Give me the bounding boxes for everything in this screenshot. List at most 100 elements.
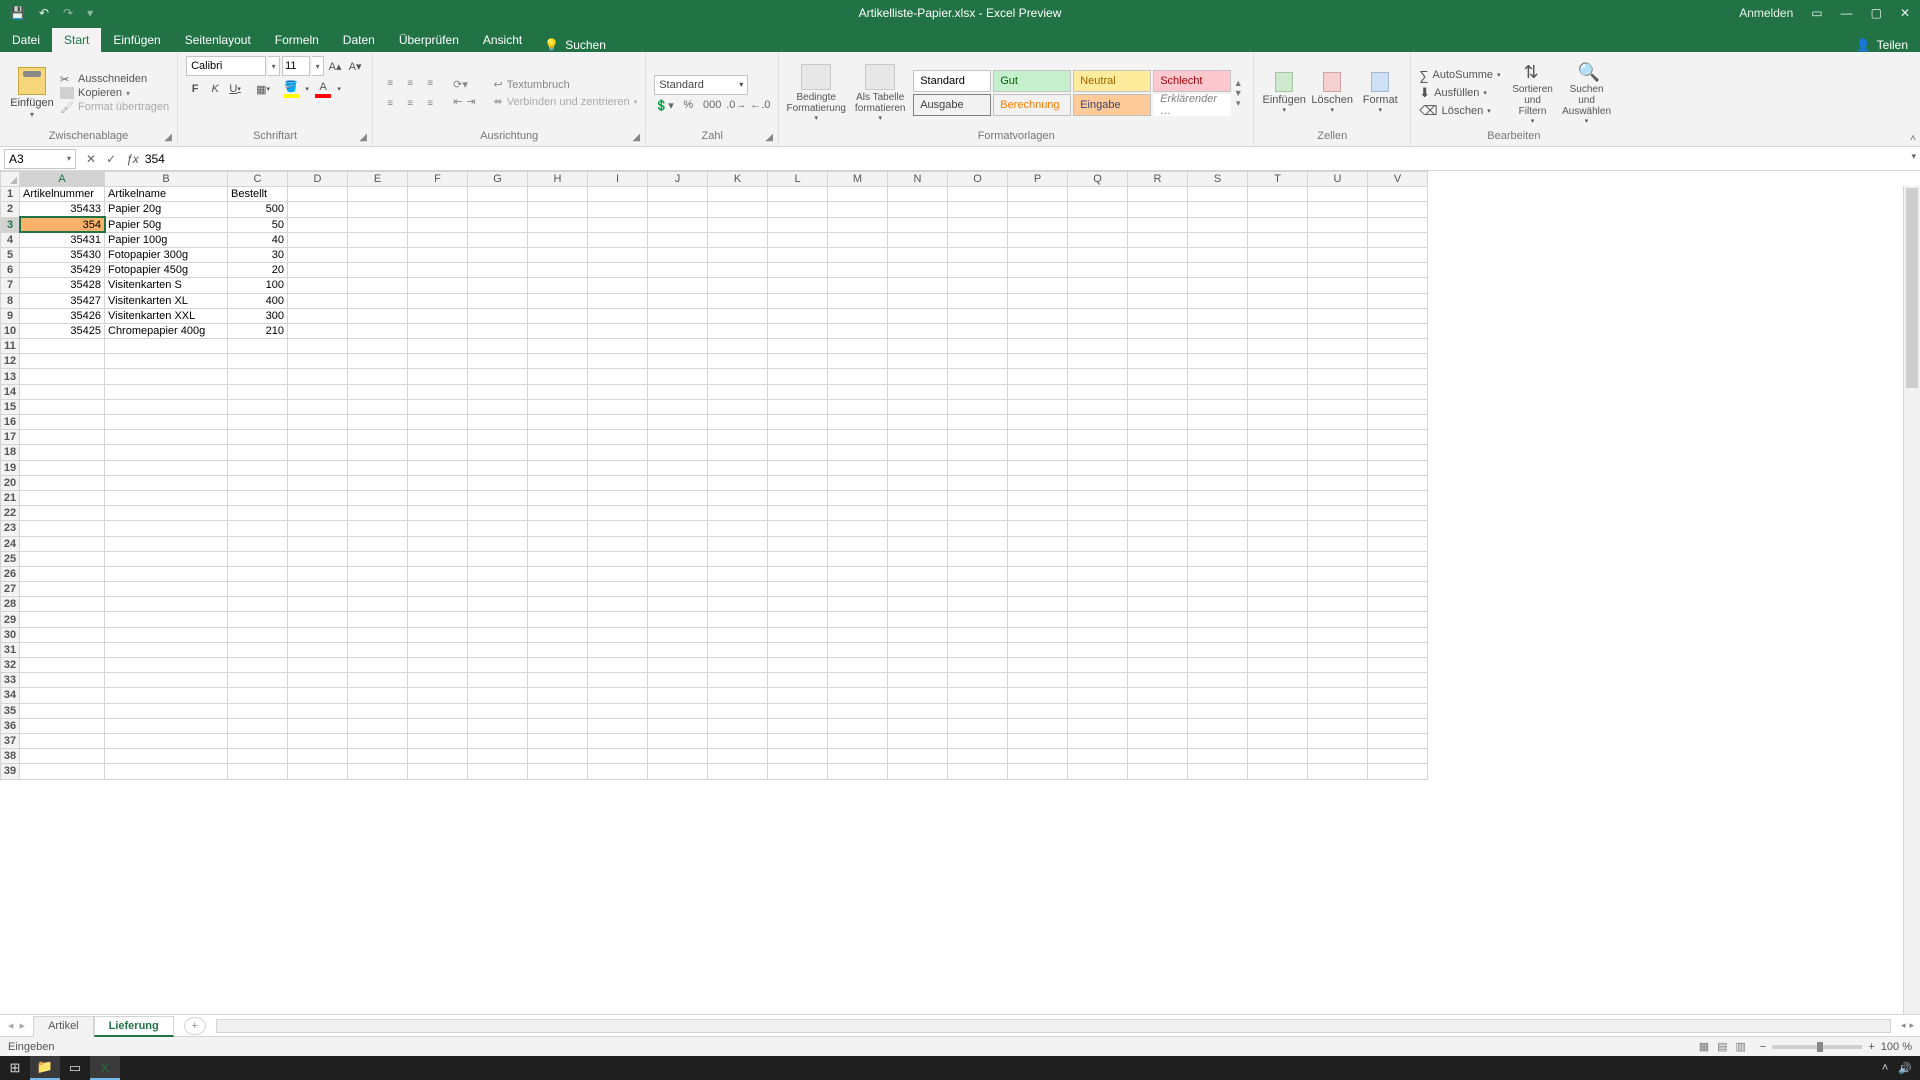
cell-M8[interactable] [828,293,888,308]
col-header-K[interactable]: K [708,172,768,187]
cell-N1[interactable] [888,187,948,202]
cell-F18[interactable] [408,445,468,460]
cell-Q5[interactable] [1068,247,1128,262]
cell-Q16[interactable] [1068,415,1128,430]
cell-K2[interactable] [708,202,768,217]
cell-I9[interactable] [588,308,648,323]
cell-V13[interactable] [1368,369,1428,384]
alignment-dialog-launcher[interactable]: ◢ [629,130,643,144]
cell-C15[interactable] [228,399,288,414]
cell-Q2[interactable] [1068,202,1128,217]
add-sheet-button[interactable]: + [184,1017,206,1035]
cell-Q14[interactable] [1068,384,1128,399]
cell-H30[interactable] [528,627,588,642]
cell-O19[interactable] [948,460,1008,475]
cell-J30[interactable] [648,627,708,642]
cell-B1[interactable]: Artikelname [105,187,228,202]
row-header-34[interactable]: 34 [1,688,20,703]
cell-G21[interactable] [468,490,528,505]
cell-O18[interactable] [948,445,1008,460]
row-header-24[interactable]: 24 [1,536,20,551]
cell-K7[interactable] [708,278,768,293]
cell-A7[interactable]: 35428 [20,278,105,293]
row-header-13[interactable]: 13 [1,369,20,384]
cell-S37[interactable] [1188,733,1248,748]
cell-B18[interactable] [105,445,228,460]
cell-U24[interactable] [1308,536,1368,551]
cell-D39[interactable] [288,764,348,779]
cell-R5[interactable] [1128,247,1188,262]
tab-seitenlayout[interactable]: Seitenlayout [173,28,263,52]
cell-U32[interactable] [1308,658,1368,673]
cell-T11[interactable] [1248,339,1308,354]
cell-K25[interactable] [708,551,768,566]
cell-A18[interactable] [20,445,105,460]
cell-D21[interactable] [288,490,348,505]
cell-P25[interactable] [1008,551,1068,566]
cell-D27[interactable] [288,582,348,597]
cell-U28[interactable] [1308,597,1368,612]
cell-E37[interactable] [348,733,408,748]
cell-D31[interactable] [288,642,348,657]
cell-C29[interactable] [228,612,288,627]
cell-S21[interactable] [1188,490,1248,505]
cell-L9[interactable] [768,308,828,323]
cell-K21[interactable] [708,490,768,505]
cell-V30[interactable] [1368,627,1428,642]
cell-E29[interactable] [348,612,408,627]
cell-J8[interactable] [648,293,708,308]
cell-U9[interactable] [1308,308,1368,323]
cell-C30[interactable] [228,627,288,642]
cell-G15[interactable] [468,399,528,414]
cell-A19[interactable] [20,460,105,475]
cell-L6[interactable] [768,263,828,278]
cell-Q22[interactable] [1068,506,1128,521]
cell-F36[interactable] [408,718,468,733]
cell-L12[interactable] [768,354,828,369]
cell-R11[interactable] [1128,339,1188,354]
cell-R20[interactable] [1128,475,1188,490]
find-select-button[interactable]: 🔍Suchen und Auswählen▾ [1565,62,1609,125]
cell-U18[interactable] [1308,445,1368,460]
cell-Q37[interactable] [1068,733,1128,748]
cell-L28[interactable] [768,597,828,612]
cell-H37[interactable] [528,733,588,748]
cell-D24[interactable] [288,536,348,551]
cell-J6[interactable] [648,263,708,278]
cell-B15[interactable] [105,399,228,414]
col-header-Q[interactable]: Q [1068,172,1128,187]
increase-indent[interactable]: ⇥ [466,95,475,108]
fill-color-button[interactable]: 🪣 [282,80,300,98]
cell-K34[interactable] [708,688,768,703]
cell-V35[interactable] [1368,703,1428,718]
cell-R4[interactable] [1128,232,1188,247]
percent-format[interactable]: % [678,99,698,112]
cell-G27[interactable] [468,582,528,597]
cell-O36[interactable] [948,718,1008,733]
cell-R23[interactable] [1128,521,1188,536]
cell-T2[interactable] [1248,202,1308,217]
cell-I13[interactable] [588,369,648,384]
cell-V21[interactable] [1368,490,1428,505]
cell-A25[interactable] [20,551,105,566]
cell-J29[interactable] [648,612,708,627]
increase-decimal[interactable]: .0→ [726,99,746,112]
cell-C31[interactable] [228,642,288,657]
cell-U12[interactable] [1308,354,1368,369]
cell-G4[interactable] [468,232,528,247]
cell-P27[interactable] [1008,582,1068,597]
cell-P2[interactable] [1008,202,1068,217]
cell-O15[interactable] [948,399,1008,414]
cell-L29[interactable] [768,612,828,627]
cell-F4[interactable] [408,232,468,247]
cell-O13[interactable] [948,369,1008,384]
cell-B35[interactable] [105,703,228,718]
cell-U21[interactable] [1308,490,1368,505]
cell-T32[interactable] [1248,658,1308,673]
cell-L14[interactable] [768,384,828,399]
cell-V1[interactable] [1368,187,1428,202]
cell-B24[interactable] [105,536,228,551]
cell-N4[interactable] [888,232,948,247]
cell-Q30[interactable] [1068,627,1128,642]
cell-Q18[interactable] [1068,445,1128,460]
